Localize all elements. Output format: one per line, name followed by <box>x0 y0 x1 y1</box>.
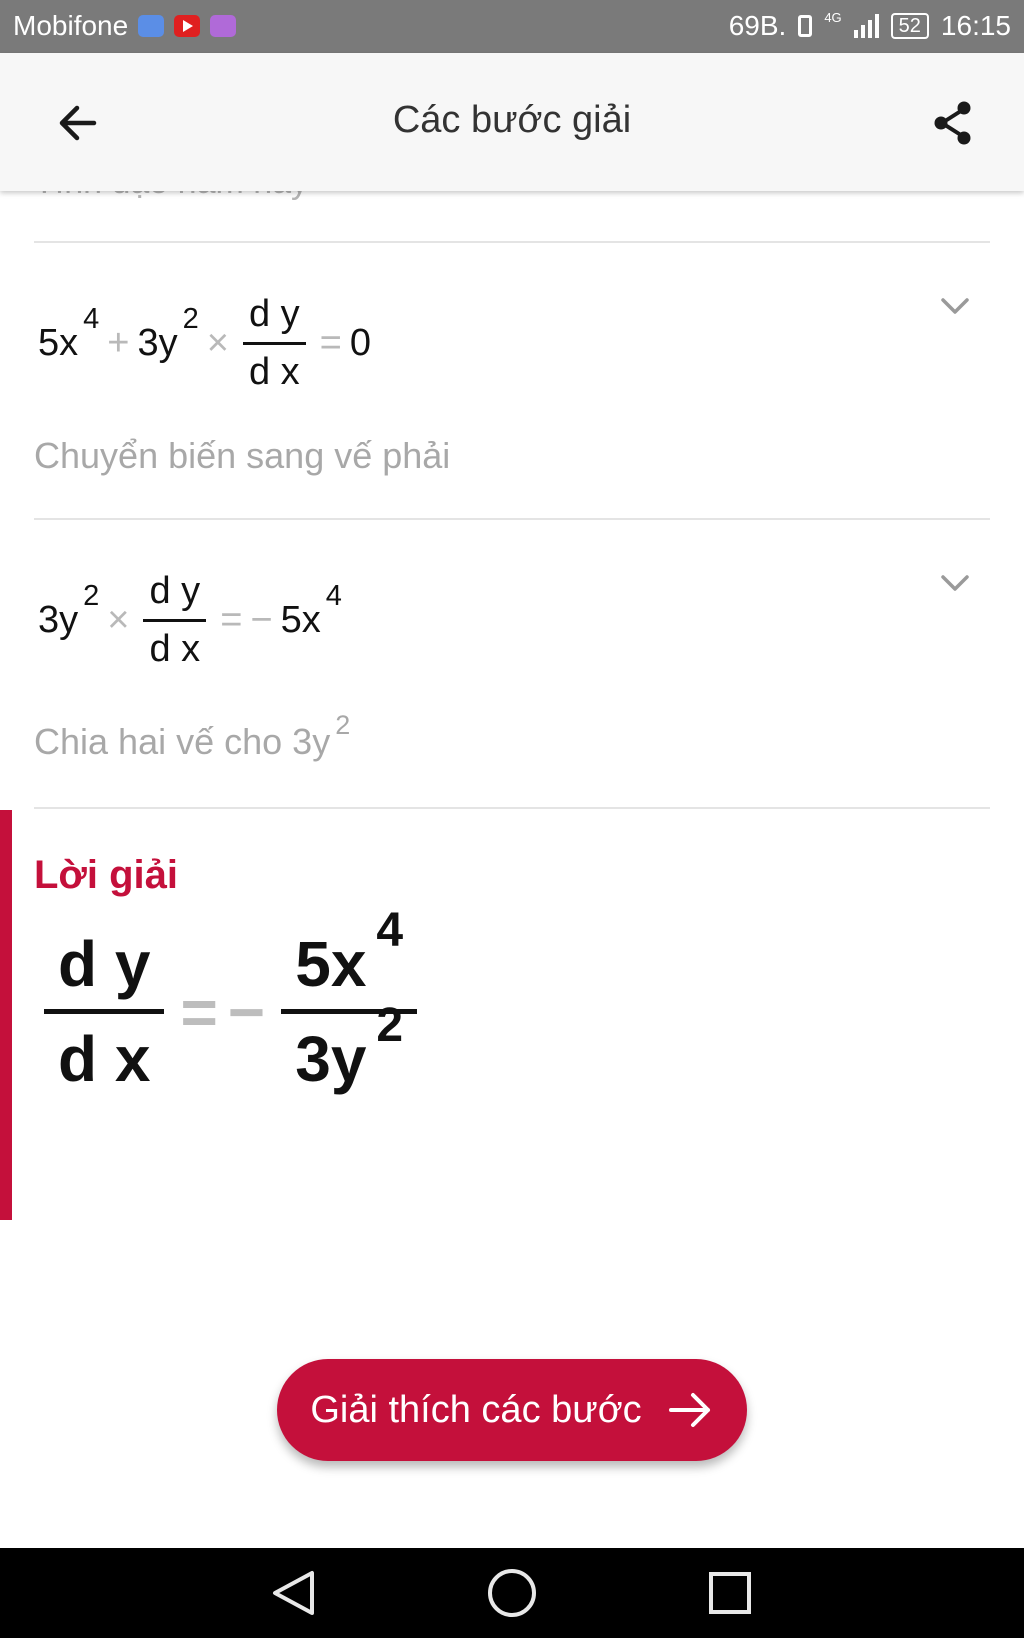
previous-step-description: Tính đạo hàm này <box>34 191 308 202</box>
term: 5x <box>38 322 79 364</box>
description-math: 3y <box>292 721 331 762</box>
page-title: Các bước giải <box>392 99 632 141</box>
term: 5x <box>295 928 367 1000</box>
expand-step-1-button[interactable] <box>935 291 975 321</box>
operator: × <box>206 322 229 364</box>
term: 5x <box>280 599 321 641</box>
recents-square-icon <box>709 1572 751 1614</box>
app-bar: Các bước giải <box>0 53 1024 191</box>
clock: 16:15 <box>940 10 1011 41</box>
denominator: 3y 2 <box>281 999 418 1096</box>
gallery-icon <box>210 15 237 37</box>
exponent: 2 <box>376 999 404 1052</box>
term: 3y <box>295 1023 367 1095</box>
term: 3y <box>137 322 178 364</box>
numerator: 5x 4 <box>281 904 417 1009</box>
step-1-equation[interactable]: 5x 4 + 3y 2 × d y d x = 0 <box>38 293 371 394</box>
operator: − <box>227 975 266 1048</box>
divider <box>34 241 990 243</box>
exponent: 4 <box>376 904 404 957</box>
fraction: d y d x <box>143 570 207 671</box>
operator: = <box>220 599 243 641</box>
description-text: Chia hai vế cho <box>34 721 283 762</box>
solution-equation: d y d x = − 5x 4 3y 2 <box>38 904 423 1096</box>
fraction: d y d x <box>44 927 165 1096</box>
exponent: 2 <box>182 303 199 335</box>
exponent: 4 <box>325 580 342 612</box>
term: 3y <box>38 599 79 641</box>
status-bar: Mobifone 69B. 4G 52 16:15 <box>0 0 1024 53</box>
operator: × <box>107 599 130 641</box>
share-button[interactable] <box>926 95 982 151</box>
chevron-down-icon <box>941 298 969 314</box>
nav-home-button[interactable] <box>484 1565 540 1621</box>
denominator: d x <box>44 1009 165 1096</box>
youtube-icon <box>174 15 201 37</box>
solution-label: Lời giải <box>34 853 179 897</box>
share-icon <box>934 101 971 145</box>
solution-accent-bar <box>0 810 12 1220</box>
back-triangle-icon <box>273 1571 314 1615</box>
steps-content[interactable]: Tính đạo hàm này 5x4 + 3y2 × d y d x = 0… <box>0 191 1024 1548</box>
operator: = <box>180 975 218 1048</box>
numerator: d y <box>58 928 151 1000</box>
explain-steps-label: Giải thích các bước <box>310 1388 642 1431</box>
numerator: d y <box>149 570 201 612</box>
signal-icon <box>853 14 879 38</box>
vibrate-icon <box>798 15 813 37</box>
exponent: 2 <box>83 580 100 612</box>
explain-steps-button[interactable]: Giải thích các bước <box>277 1359 747 1461</box>
operator: = <box>319 322 342 364</box>
operator: − <box>250 599 273 641</box>
fraction: 5x 4 3y 2 <box>281 904 418 1096</box>
expand-step-2-button[interactable] <box>935 568 975 598</box>
nav-recents-button[interactable] <box>702 1565 758 1621</box>
step-2-description: Chia hai vế cho 3y 2 <box>34 710 350 763</box>
step-1-description: Chuyển biến sang vế phải <box>34 435 451 476</box>
battery-icon: 52 <box>890 13 929 39</box>
carrier-name: Mobifone <box>13 10 129 41</box>
numerator: d y <box>248 293 300 335</box>
exponent: 2 <box>335 710 351 740</box>
divider <box>34 807 990 809</box>
term: 0 <box>349 322 372 364</box>
status-bar-right: 69B. 4G 52 16:15 <box>729 10 1011 42</box>
denominator: d x <box>143 619 207 671</box>
step-2-equation[interactable]: 3y 2 × d y d x = − 5x 4 <box>38 570 342 671</box>
network-type: 4G <box>824 9 842 25</box>
chevron-down-icon <box>941 575 969 591</box>
status-bar-left: Mobifone <box>13 10 237 42</box>
arrow-right-icon <box>668 1393 710 1427</box>
home-circle-icon <box>488 1569 536 1617</box>
exponent: 4 <box>83 303 100 335</box>
fraction: d y d x <box>242 293 306 394</box>
operator: + <box>107 322 130 364</box>
network-speed: 69B. <box>728 10 787 41</box>
denominator: d x <box>242 342 306 394</box>
zalo-icon <box>138 15 165 37</box>
nav-back-button[interactable] <box>266 1565 322 1621</box>
system-nav-bar <box>0 1548 1024 1638</box>
divider <box>34 518 990 520</box>
